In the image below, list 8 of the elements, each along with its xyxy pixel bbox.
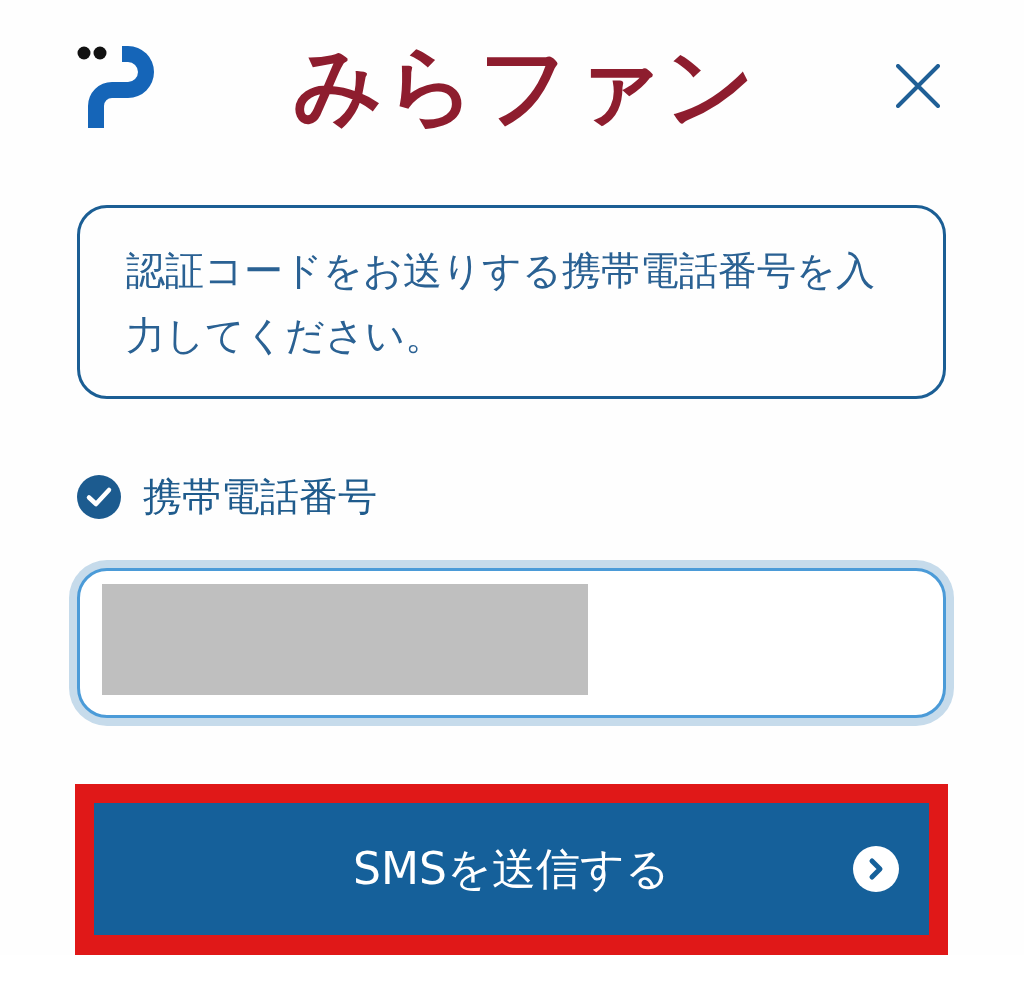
logo-icon	[77, 44, 155, 128]
notice-text: 認証コードをお送りする携帯電話番号を入力してください。	[126, 247, 876, 360]
close-icon	[896, 64, 940, 108]
site-title: みらファン	[293, 42, 758, 130]
field-label: 携帯電話番号	[143, 475, 377, 519]
sms-send-button[interactable]: SMSを送信する	[94, 803, 929, 935]
chevron-circle-icon	[853, 846, 899, 892]
close-button[interactable]	[896, 64, 940, 108]
